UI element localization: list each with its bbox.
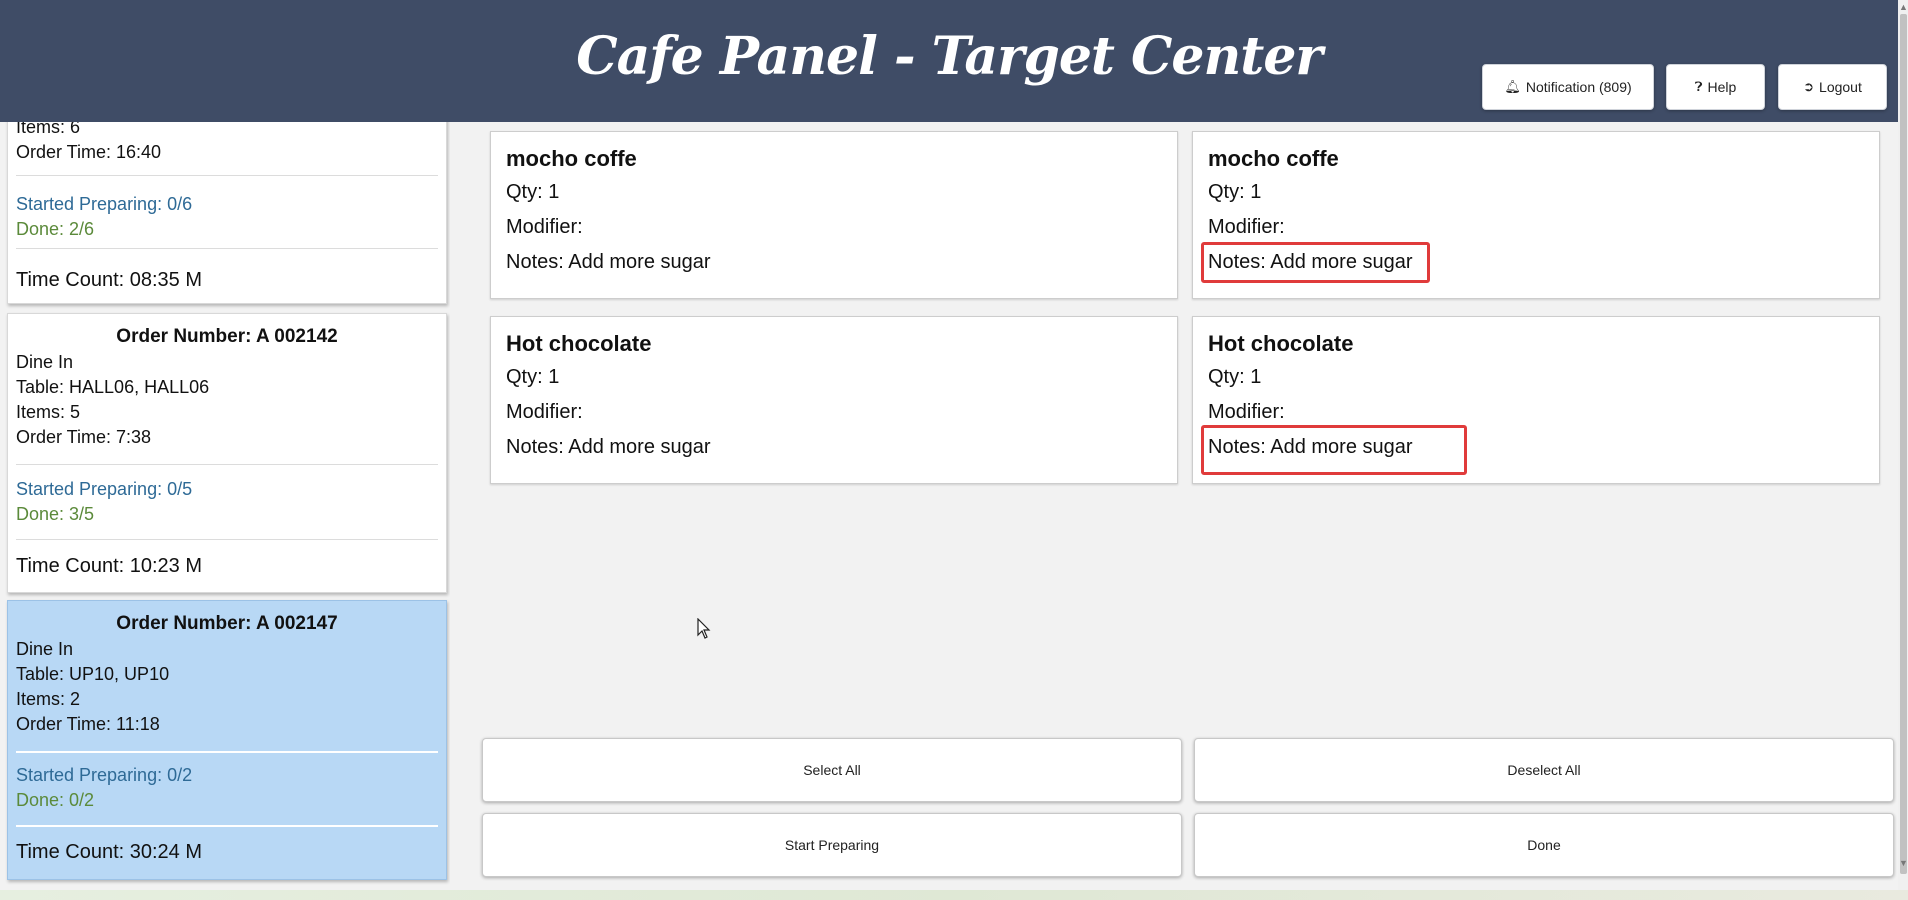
item-qty: Qty: 1 — [506, 181, 560, 203]
started-preparing-status: Started Preparing: 0/6 — [16, 194, 193, 214]
select-all-button[interactable]: Select All — [482, 738, 1182, 802]
divider — [16, 175, 438, 176]
item-card[interactable]: mocho coffe Qty: 1 Modifier: Notes: Add … — [490, 131, 1178, 299]
order-items-count: Items: 6 — [16, 122, 81, 137]
item-qty: Qty: 1 — [1208, 181, 1262, 203]
order-card[interactable]: Items: 6 Order Time: 16:40 Started Prepa… — [7, 122, 447, 304]
order-time: Order Time: 7:38 — [16, 427, 152, 447]
scrollbar-thumb[interactable] — [1900, 14, 1907, 874]
done-status: Done: 3/5 — [16, 504, 95, 524]
order-table: Table: UP10, UP10 — [16, 664, 170, 684]
order-type: Dine In — [16, 639, 74, 659]
notes-highlight — [1201, 425, 1467, 475]
mouse-pointer-icon — [697, 618, 711, 639]
app-header: Cafe Panel - Target Center 🔔︎ Notificati… — [0, 0, 1898, 122]
item-modifier: Modifier: — [506, 216, 583, 238]
order-number: Order Number: A 002142 — [116, 326, 338, 347]
order-type: Dine In — [16, 352, 74, 372]
started-preparing-status: Started Preparing: 0/2 — [16, 765, 193, 785]
item-qty: Qty: 1 — [506, 366, 560, 388]
logout-label: Logout — [1819, 79, 1862, 95]
order-card[interactable]: Order Number: A 002142 Dine In Table: HA… — [7, 313, 447, 593]
done-status: Done: 2/6 — [16, 219, 95, 239]
item-name: Hot chocolate — [1208, 331, 1354, 356]
logout-button[interactable]: ➲ Logout — [1778, 64, 1887, 110]
item-notes: Notes: Add more sugar — [506, 436, 711, 458]
scroll-down-arrow-icon[interactable]: ▼ — [1899, 858, 1908, 868]
divider — [16, 464, 438, 465]
done-button[interactable]: Done — [1194, 813, 1894, 877]
help-label: Help — [1707, 79, 1737, 95]
bottom-strip — [0, 890, 1908, 900]
notification-button[interactable]: 🔔︎ Notification (809) — [1482, 64, 1654, 110]
started-preparing-status: Started Preparing: 0/5 — [16, 479, 193, 499]
item-name: mocho coffe — [506, 146, 637, 171]
item-qty: Qty: 1 — [1208, 366, 1262, 388]
item-name: Hot chocolate — [506, 331, 652, 356]
item-card[interactable]: Hot chocolate Qty: 1 Modifier: Notes: Ad… — [1192, 316, 1880, 484]
order-time: Order Time: 16:40 — [16, 142, 162, 162]
item-card[interactable]: mocho coffe Qty: 1 Modifier: Notes: Add … — [1192, 131, 1880, 299]
notification-label: Notification (809) — [1525, 79, 1632, 95]
order-items-count: Items: 2 — [16, 689, 81, 709]
time-count: Time Count: 08:35 M — [16, 269, 203, 291]
time-count: Time Count: 30:24 M — [16, 841, 203, 863]
order-number: Order Number: A 002147 — [116, 613, 338, 634]
item-card[interactable]: Hot chocolate Qty: 1 Modifier: Notes: Ad… — [490, 316, 1178, 484]
order-items-count: Items: 5 — [16, 402, 81, 422]
item-modifier: Modifier: — [506, 401, 583, 423]
divider — [16, 751, 438, 753]
time-count: Time Count: 10:23 M — [16, 555, 203, 577]
sign-out-icon: ➲ — [1803, 79, 1815, 94]
order-card-selected[interactable]: Order Number: A 002147 Dine In Table: UP… — [7, 600, 447, 880]
start-preparing-button[interactable]: Start Preparing — [482, 813, 1182, 877]
done-status: Done: 0/2 — [16, 790, 95, 810]
item-notes: Notes: Add more sugar — [506, 251, 711, 273]
item-name: mocho coffe — [1208, 146, 1339, 171]
item-modifier: Modifier: — [1208, 216, 1285, 238]
order-list: Items: 6 Order Time: 16:40 Started Prepa… — [0, 122, 450, 890]
help-button[interactable]: ❓︎ Help — [1666, 64, 1765, 110]
divider — [16, 248, 438, 249]
bell-icon: 🔔︎ — [1504, 79, 1521, 94]
order-time: Order Time: 11:18 — [16, 714, 160, 734]
deselect-all-button[interactable]: Deselect All — [1194, 738, 1894, 802]
divider — [16, 825, 438, 827]
order-table: Table: HALL06, HALL06 — [16, 377, 210, 397]
item-modifier: Modifier: — [1208, 401, 1285, 423]
question-circle-icon: ❓︎ — [1694, 79, 1703, 94]
divider — [16, 539, 438, 540]
notes-highlight — [1201, 242, 1430, 283]
scroll-up-arrow-icon[interactable]: ▲ — [1899, 2, 1908, 12]
